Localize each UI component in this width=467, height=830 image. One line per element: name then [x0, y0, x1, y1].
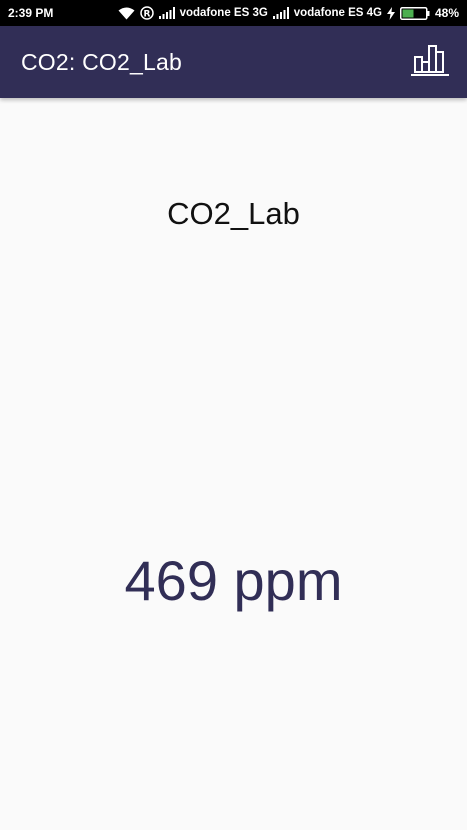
status-bar: 2:39 PM R vodafone ES 3G vodafone ES 4G …: [0, 0, 467, 26]
signal-icon: [158, 7, 175, 19]
carrier-1: vodafone ES 3G: [179, 7, 268, 19]
chart-button[interactable]: [409, 41, 451, 83]
battery-percent: 48%: [434, 6, 459, 20]
bar-chart-icon: [410, 43, 450, 82]
co2-reading: 469 ppm: [124, 549, 343, 612]
status-time: 2:39 PM: [8, 6, 54, 20]
svg-text:R: R: [143, 9, 150, 19]
charging-icon: [386, 6, 395, 20]
app-bar: CO2: CO2_Lab: [0, 26, 467, 98]
battery-icon: [399, 6, 430, 20]
app-bar-title: CO2: CO2_Lab: [21, 48, 182, 75]
roaming-icon: R: [139, 6, 154, 20]
wifi-icon: [118, 7, 135, 20]
carrier-2: vodafone ES 4G: [293, 7, 382, 19]
signal-icon: [272, 7, 289, 19]
device-name: CO2_Lab: [167, 196, 300, 231]
